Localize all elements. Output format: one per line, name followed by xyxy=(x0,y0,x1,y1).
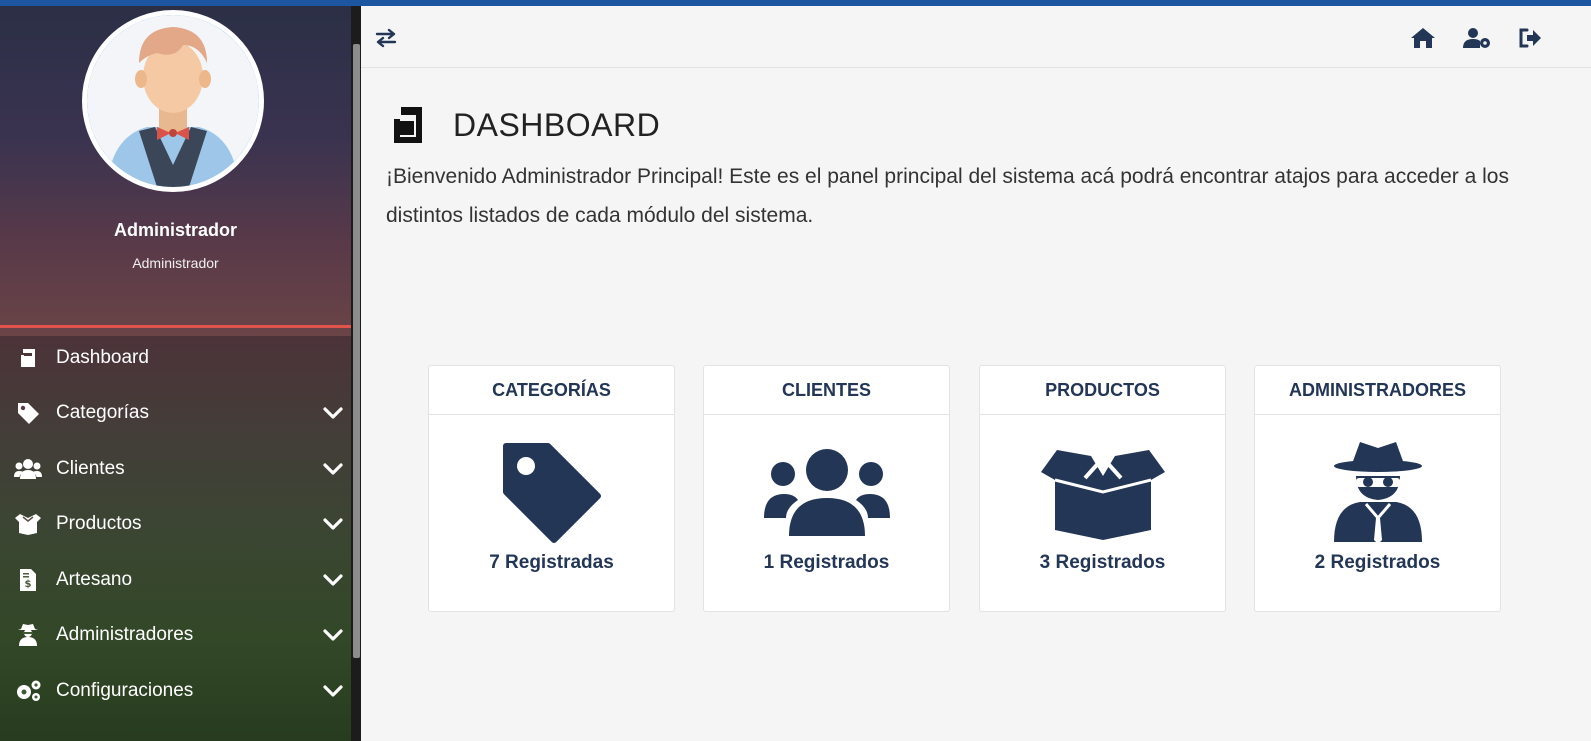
sidebar-item-configuraciones[interactable]: Configuraciones xyxy=(0,663,351,719)
card-title: PRODUCTOS xyxy=(980,366,1225,415)
card-title: CATEGORÍAS xyxy=(429,366,674,415)
svg-text:$: $ xyxy=(25,579,32,590)
logout-button[interactable] xyxy=(1516,24,1544,52)
sidebar-toggle-button[interactable] xyxy=(372,24,400,52)
card-count: 3 Registrados xyxy=(1039,552,1166,573)
user-secret-icon xyxy=(1333,442,1422,544)
profile-section: Administrador Administrador xyxy=(0,6,351,326)
cogs-icon xyxy=(14,677,42,705)
sidebar-item-label: Clientes xyxy=(56,457,125,479)
sidebar-scrollbar-thumb[interactable] xyxy=(353,44,360,658)
profile-role: Administrador xyxy=(132,255,219,271)
card-title: CLIENTES xyxy=(704,366,949,415)
sidebar-item-artesano[interactable]: $ Artesano xyxy=(0,552,351,608)
tag-icon xyxy=(502,443,601,543)
card-clientes[interactable]: CLIENTES 1 Registrados xyxy=(703,365,950,612)
sidebar-item-label: Categorías xyxy=(56,402,149,424)
page-title: DASHBOARD xyxy=(453,107,661,143)
dashboard-icon xyxy=(14,344,42,372)
chevron-down-icon xyxy=(323,518,343,530)
home-icon xyxy=(1411,28,1435,48)
chevron-down-icon xyxy=(323,407,343,419)
sign-out-icon xyxy=(1519,28,1541,48)
chevron-down-icon xyxy=(323,463,343,475)
chevron-down-icon xyxy=(323,629,343,641)
user-gear-icon xyxy=(1463,28,1490,48)
sidebar-item-categorias[interactable]: Categorías xyxy=(0,386,351,442)
sidebar-item-label: Administradores xyxy=(56,624,194,646)
card-title: ADMINISTRADORES xyxy=(1255,366,1500,415)
avatar[interactable] xyxy=(82,10,264,192)
card-categorias[interactable]: CATEGORÍAS 7 Registradas xyxy=(428,365,675,612)
box-open-icon xyxy=(14,510,42,538)
sidebar-item-label: Productos xyxy=(56,513,142,535)
welcome-text: ¡Bienvenido Administrador Principal! Est… xyxy=(386,165,1509,227)
card-administradores[interactable]: ADMINISTRADORES 2 Registrados xyxy=(1254,365,1501,612)
sidebar-menu: Dashboard Categorías Clientes Productos xyxy=(0,330,351,719)
user-settings-button[interactable] xyxy=(1463,24,1491,52)
dashboard-icon xyxy=(394,107,422,143)
avatar-illustration xyxy=(87,15,259,187)
exchange-arrows-icon xyxy=(375,28,397,48)
tag-icon xyxy=(14,399,42,427)
box-open-icon xyxy=(1040,450,1165,540)
sidebar-item-administradores[interactable]: Administradores xyxy=(0,608,351,664)
sidebar-item-dashboard[interactable]: Dashboard xyxy=(0,330,351,386)
sidebar-divider xyxy=(0,325,351,328)
sidebar-item-clientes[interactable]: Clientes xyxy=(0,441,351,497)
user-secret-icon xyxy=(14,621,42,649)
sidebar: Administrador Administrador Dashboard Ca… xyxy=(0,6,351,741)
sidebar-item-label: Dashboard xyxy=(56,346,149,368)
card-count: 1 Registrados xyxy=(763,552,890,573)
sidebar-item-productos[interactable]: Productos xyxy=(0,497,351,553)
card-count: 7 Registradas xyxy=(489,552,614,573)
home-button[interactable] xyxy=(1409,24,1437,52)
chevron-down-icon xyxy=(323,574,343,586)
sidebar-item-label: Artesano xyxy=(56,568,133,590)
users-icon xyxy=(14,455,42,483)
card-productos[interactable]: PRODUCTOS 3 Registrados xyxy=(979,365,1226,612)
sidebar-scrollbar[interactable] xyxy=(351,6,361,741)
card-count: 2 Registrados xyxy=(1314,552,1441,573)
chevron-down-icon xyxy=(323,685,343,697)
users-icon xyxy=(763,449,890,536)
profile-name: Administrador xyxy=(113,220,237,240)
top-header xyxy=(361,6,1591,68)
sidebar-item-label: Configuraciones xyxy=(56,679,194,701)
invoice-dollar-icon: $ xyxy=(14,566,42,594)
